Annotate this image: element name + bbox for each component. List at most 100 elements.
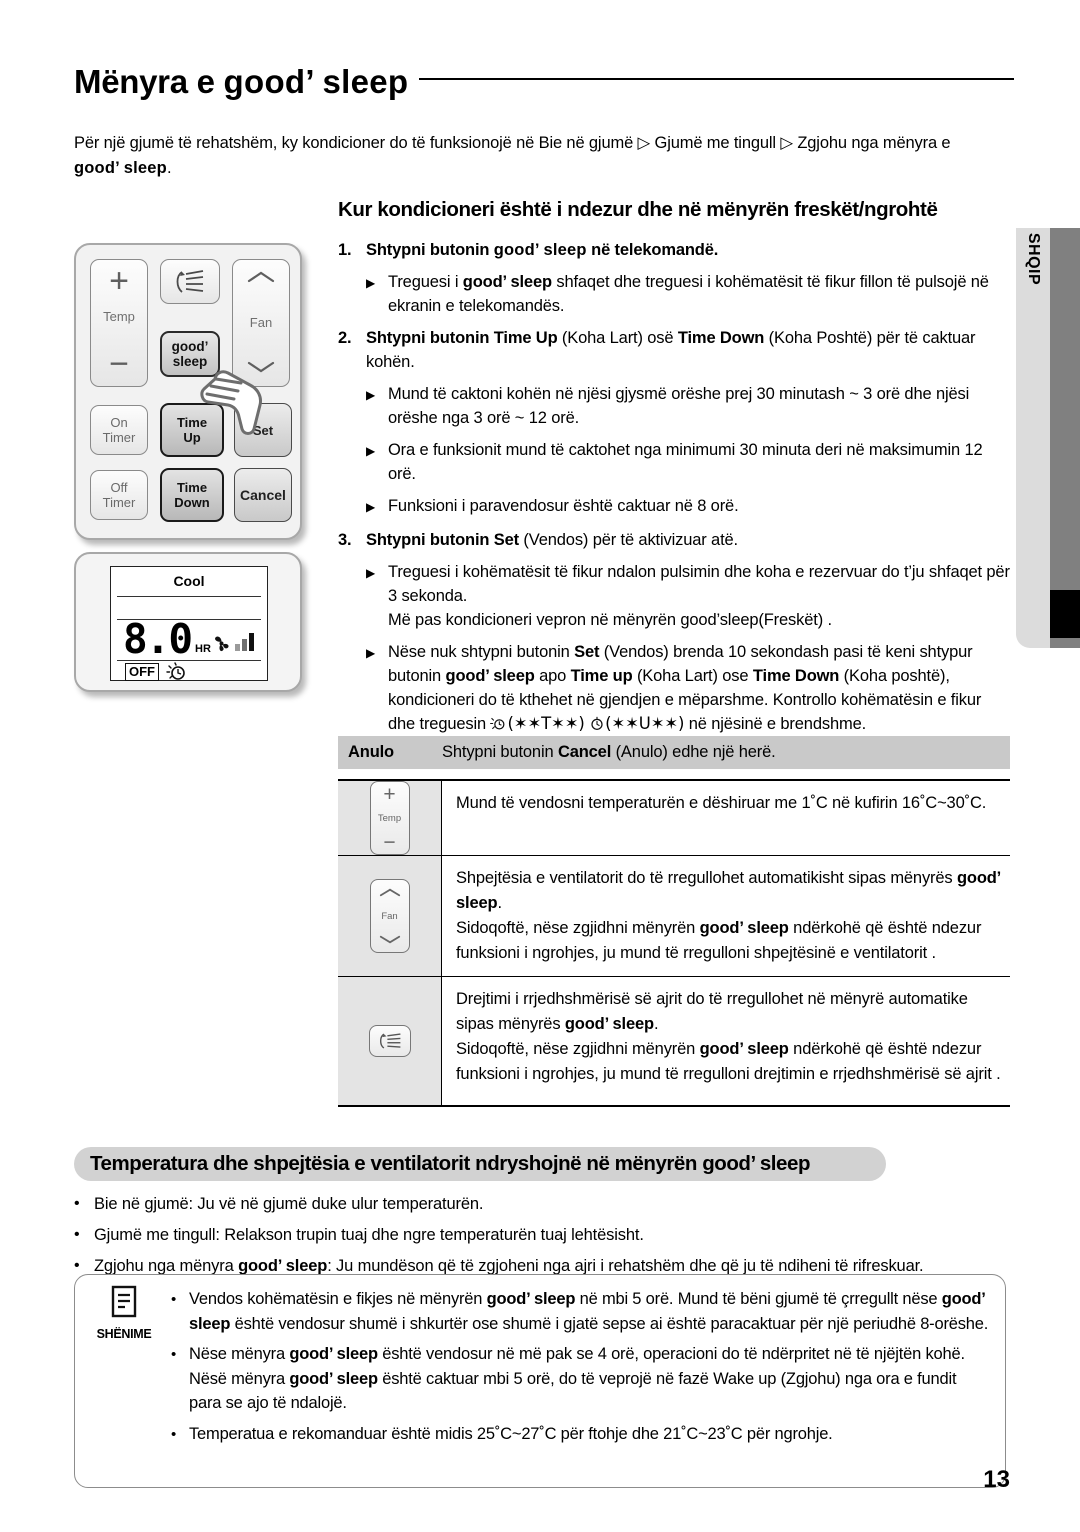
temp-plus-glyph: + <box>383 783 396 806</box>
air-swing-button[interactable] <box>160 259 220 304</box>
table-row-text-cell: Shpejtësia e ventilatorit do të rregullo… <box>442 856 1010 976</box>
good-sleep-line2: sleep <box>172 354 208 369</box>
fb-bold-timeup: Time up <box>570 667 633 685</box>
fb-sym-2: (✶✶U✶✶) <box>605 714 685 733</box>
fb-sym-1: (✶✶T✶✶) <box>507 714 585 733</box>
page-header: Mënyra e good’ sleep <box>74 60 1014 120</box>
temp-button[interactable]: + Temp − <box>90 259 148 387</box>
table-row-text-cell: Drejtimi i rrjedhshmërisë së ajrit do të… <box>442 977 1010 1105</box>
good-sleep-indicator-icon <box>166 662 185 680</box>
language-side-tab: SHQIP <box>1016 228 1050 648</box>
chevron-down-icon <box>379 935 400 944</box>
step-2-bold-1: Time Up <box>493 329 558 347</box>
note-1-c: është vendosur shumë i shkurtër ose shum… <box>230 1314 989 1333</box>
off-timer-line1: Off <box>110 480 128 495</box>
note-1-b: në mbi 5 orë. Mund të bëni gjumë të çrre… <box>575 1290 942 1308</box>
fb-bold-set: Set <box>574 643 600 661</box>
time-down-line2: Down <box>174 495 210 510</box>
fan-button[interactable]: Fan <box>232 259 290 387</box>
cancel-row-bold: Cancel <box>557 743 612 761</box>
step-2-bullet-1: ▶ Mund të caktoni kohën në njësi gjysmë … <box>366 382 1010 430</box>
page-title-brand: good’ sleep <box>223 63 409 100</box>
bottom-bullet-1: Bie në gjumë: Ju vë në gjumë duke ulur t… <box>94 1195 484 1213</box>
fb-f: në njësinë e brendshme. <box>684 715 867 733</box>
step-1-number: 1. <box>338 241 352 259</box>
step-2-text: Shtypni butonin Time Up (Koha Lart) osë … <box>366 326 1010 374</box>
r2p2-a: Sidoqoftë, nëse zgjidhni mënyrën <box>456 919 700 937</box>
r3p1-brand: good’ sleep <box>564 1015 654 1033</box>
bullet-dot-icon: • <box>171 1291 177 1308</box>
final-bullet: ▶ Nëse nuk shtypni butonin Set (Vendos) … <box>366 640 1010 736</box>
step-2-number: 2. <box>338 329 352 347</box>
step-3-text: Shtypni butonin Set (Vendos) për të akti… <box>366 528 1010 552</box>
temp-plus-icon: + <box>109 262 129 300</box>
edge-bar-marker <box>1050 590 1080 638</box>
remote-body: + Temp − Fan good’ sleep On Timer Time U… <box>74 243 302 540</box>
list-item: • Nëse mënyra good’ sleep është vendosur… <box>171 1342 991 1416</box>
step-3-number: 3. <box>338 531 352 549</box>
row-2-paragraph-2: Sidoqoftë, nëse zgjidhni mënyrën good’ s… <box>456 916 1004 966</box>
fan-stepper-icon: Fan <box>369 879 410 953</box>
page-title-text: Mënyra e <box>74 63 224 100</box>
temp-label: Temp <box>103 308 135 324</box>
s1b1-a: Treguesi i <box>388 273 463 291</box>
table-row-text-cell: Mund të vendosni temperaturën e dëshirua… <box>442 781 1010 855</box>
page-number: 13 <box>983 1466 1010 1493</box>
note-bullet-list: • Vendos kohëmatësin e fikjes në mënyrën… <box>171 1287 991 1453</box>
note-1-brand1: good’ sleep <box>486 1290 576 1308</box>
arrow-right-icon-2: ▷ <box>780 133 793 152</box>
fan-speed-bars-icon <box>235 633 254 651</box>
bottom-heading-brand: good’ sleep <box>702 1152 811 1175</box>
row-2-paragraph-1: Shpejtësia e ventilatorit do të rregullo… <box>456 866 1004 916</box>
temp-minus-glyph: − <box>383 831 396 854</box>
table-row: Drejtimi i rrjedhshmërisë së ajrit do të… <box>338 977 1010 1107</box>
chevron-down-icon <box>247 361 275 373</box>
row-3-paragraph-1: Drejtimi i rrjedhshmërisë së ajrit do të… <box>456 987 1004 1037</box>
section-heading: Kur kondicioneri është i ndezur dhe në m… <box>338 198 938 221</box>
table-row-icon-cell <box>338 977 442 1105</box>
time-down-button[interactable]: Time Down <box>160 468 224 522</box>
step-2-text-a: Shtypni butonin <box>366 329 494 347</box>
set-label: Set <box>252 422 274 438</box>
bottom-heading-text: Temperatura dhe shpejtësia e ventilatori… <box>90 1152 703 1175</box>
fb-d: (Koha Lart) ose <box>632 667 753 685</box>
r3p1-a: Drejtimi i rrjedhshmërisë së ajrit do të… <box>456 990 968 1033</box>
good-sleep-line1: good’ <box>171 339 209 354</box>
air-swing-glyph-icon <box>379 1033 400 1049</box>
remote-illustration: + Temp − Fan good’ sleep On Timer Time U… <box>74 243 309 692</box>
bullet-triangle-icon: ▶ <box>366 500 376 514</box>
cancel-row-label: Anulo <box>348 743 394 761</box>
timer-clock-icon <box>591 716 603 730</box>
sleep-timer-indicator-icon <box>490 717 505 730</box>
s2b1: Mund të caktoni kohën në njësi gjysmë or… <box>388 385 970 427</box>
bullet-triangle-icon: ▶ <box>366 276 376 290</box>
cancel-button[interactable]: Cancel <box>234 468 292 522</box>
note-icon-group: SHËNIME <box>87 1285 161 1341</box>
chevron-up-icon <box>247 271 275 283</box>
step-1-bullet-1: ▶ Treguesi i good’ sleep shfaqet dhe tre… <box>366 270 1010 318</box>
bottom-bullet-3-b: : Ju mundëson që të zgjoheni nga ajri i … <box>327 1257 924 1275</box>
settings-table: Anulo Shtypni butonin Cancel (Anulo) edh… <box>338 736 1010 1107</box>
time-up-line2: Up <box>183 430 201 445</box>
fan-blade-icon <box>215 636 229 652</box>
lcd-hours-value: 8.0 <box>123 615 193 663</box>
good-sleep-button[interactable]: good’ sleep <box>160 331 220 377</box>
fan-icon-label: Fan <box>381 910 398 922</box>
step-2-bullet-2: ▶ Ora e funksionit mund të caktohet nga … <box>366 438 1010 486</box>
main-content: Kur kondicioneri është i ndezur dhe në m… <box>338 196 1010 744</box>
r3p1-b: . <box>653 1015 659 1033</box>
s2b2: Ora e funksionit mund të caktohet nga mi… <box>388 441 983 483</box>
bottom-bullet-3-a: Zgjohu nga mënyra <box>94 1257 239 1275</box>
step-1: 1. Shtypni butonin good’ sleep në teleko… <box>338 238 1010 262</box>
off-timer-button[interactable]: Off Timer <box>90 470 148 520</box>
step-1-text: Shtypni butonin good’ sleep në telekoman… <box>366 238 1010 262</box>
on-timer-button[interactable]: On Timer <box>90 405 148 455</box>
time-up-line1: Time <box>176 415 208 430</box>
on-timer-line2: Timer <box>102 430 136 445</box>
set-button[interactable]: Set <box>234 403 292 457</box>
s3b1: Treguesi i kohëmatësit të fikur ndalon p… <box>388 563 1010 629</box>
page-title: Mënyra e good’ sleep <box>74 60 408 104</box>
lcd-unit-label: HR <box>195 643 211 655</box>
intro-text-b: Gjumë me tingull <box>650 134 781 152</box>
time-up-button[interactable]: Time Up <box>160 403 224 457</box>
